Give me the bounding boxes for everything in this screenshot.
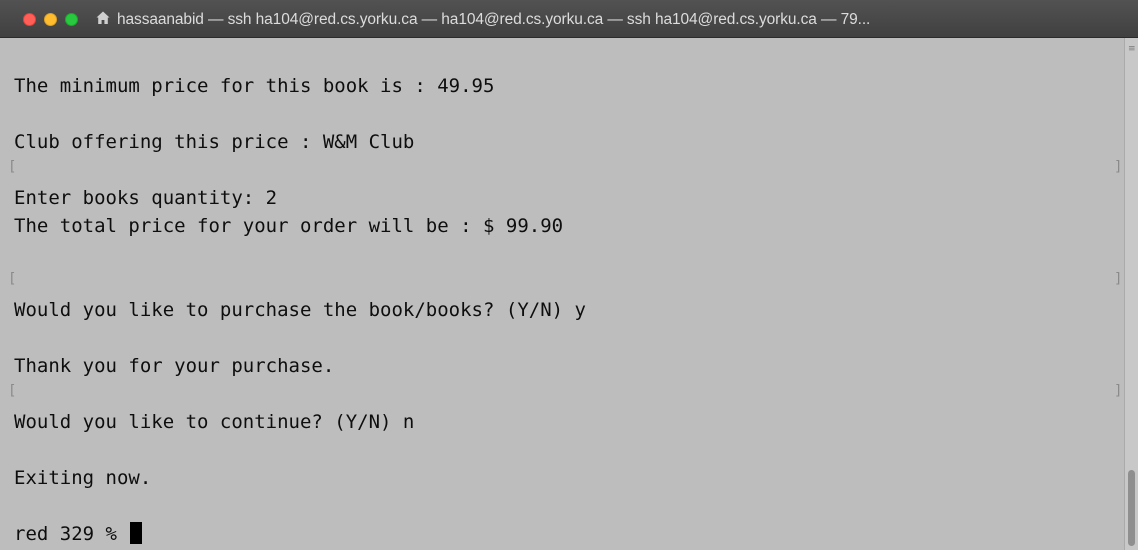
window-title: hassaanabid — ssh ha104@red.cs.yorku.ca … [95,10,1130,30]
window-title-text: hassaanabid — ssh ha104@red.cs.yorku.ca … [117,11,871,28]
output-line: Exiting now. [14,467,152,489]
output-line: The total price for your order will be :… [14,215,564,237]
vertical-scrollbar[interactable]: ≡ [1124,38,1138,550]
output-line: Thank you for your purchase. [14,355,335,377]
mark-bracket-left: [ [8,159,17,175]
shell-prompt-line[interactable]: red 329 % [14,522,143,546]
mark-bracket-left: [ [8,383,17,399]
scroll-marker-icon: ≡ [1128,44,1136,54]
minimize-button[interactable] [44,13,57,26]
zoom-button[interactable] [65,13,78,26]
mark-bracket-right: ] [1114,159,1123,175]
scrollbar-thumb[interactable] [1128,470,1135,546]
terminal-window: hassaanabid — ssh ha104@red.cs.yorku.ca … [0,0,1138,550]
home-icon [96,11,110,24]
close-button[interactable] [23,13,36,26]
terminal-content[interactable]: The minimum price for this book is : 49.… [0,38,1124,550]
text-cursor [130,522,143,544]
mark-bracket-right: ] [1114,271,1123,287]
output-line: Would you like to purchase the book/book… [14,299,586,321]
mark-bracket-left: [ [8,271,17,287]
output-line: Enter books quantity: 2 [14,187,278,209]
mark-bracket-right: ] [1114,383,1123,399]
output-line: The minimum price for this book is : 49.… [14,75,495,97]
title-bar[interactable]: hassaanabid — ssh ha104@red.cs.yorku.ca … [0,0,1138,38]
output-line: Would you like to continue? (Y/N) n [14,411,415,433]
shell-prompt: red 329 % [14,523,129,545]
output-line: Club offering this price : W&M Club [14,131,415,153]
